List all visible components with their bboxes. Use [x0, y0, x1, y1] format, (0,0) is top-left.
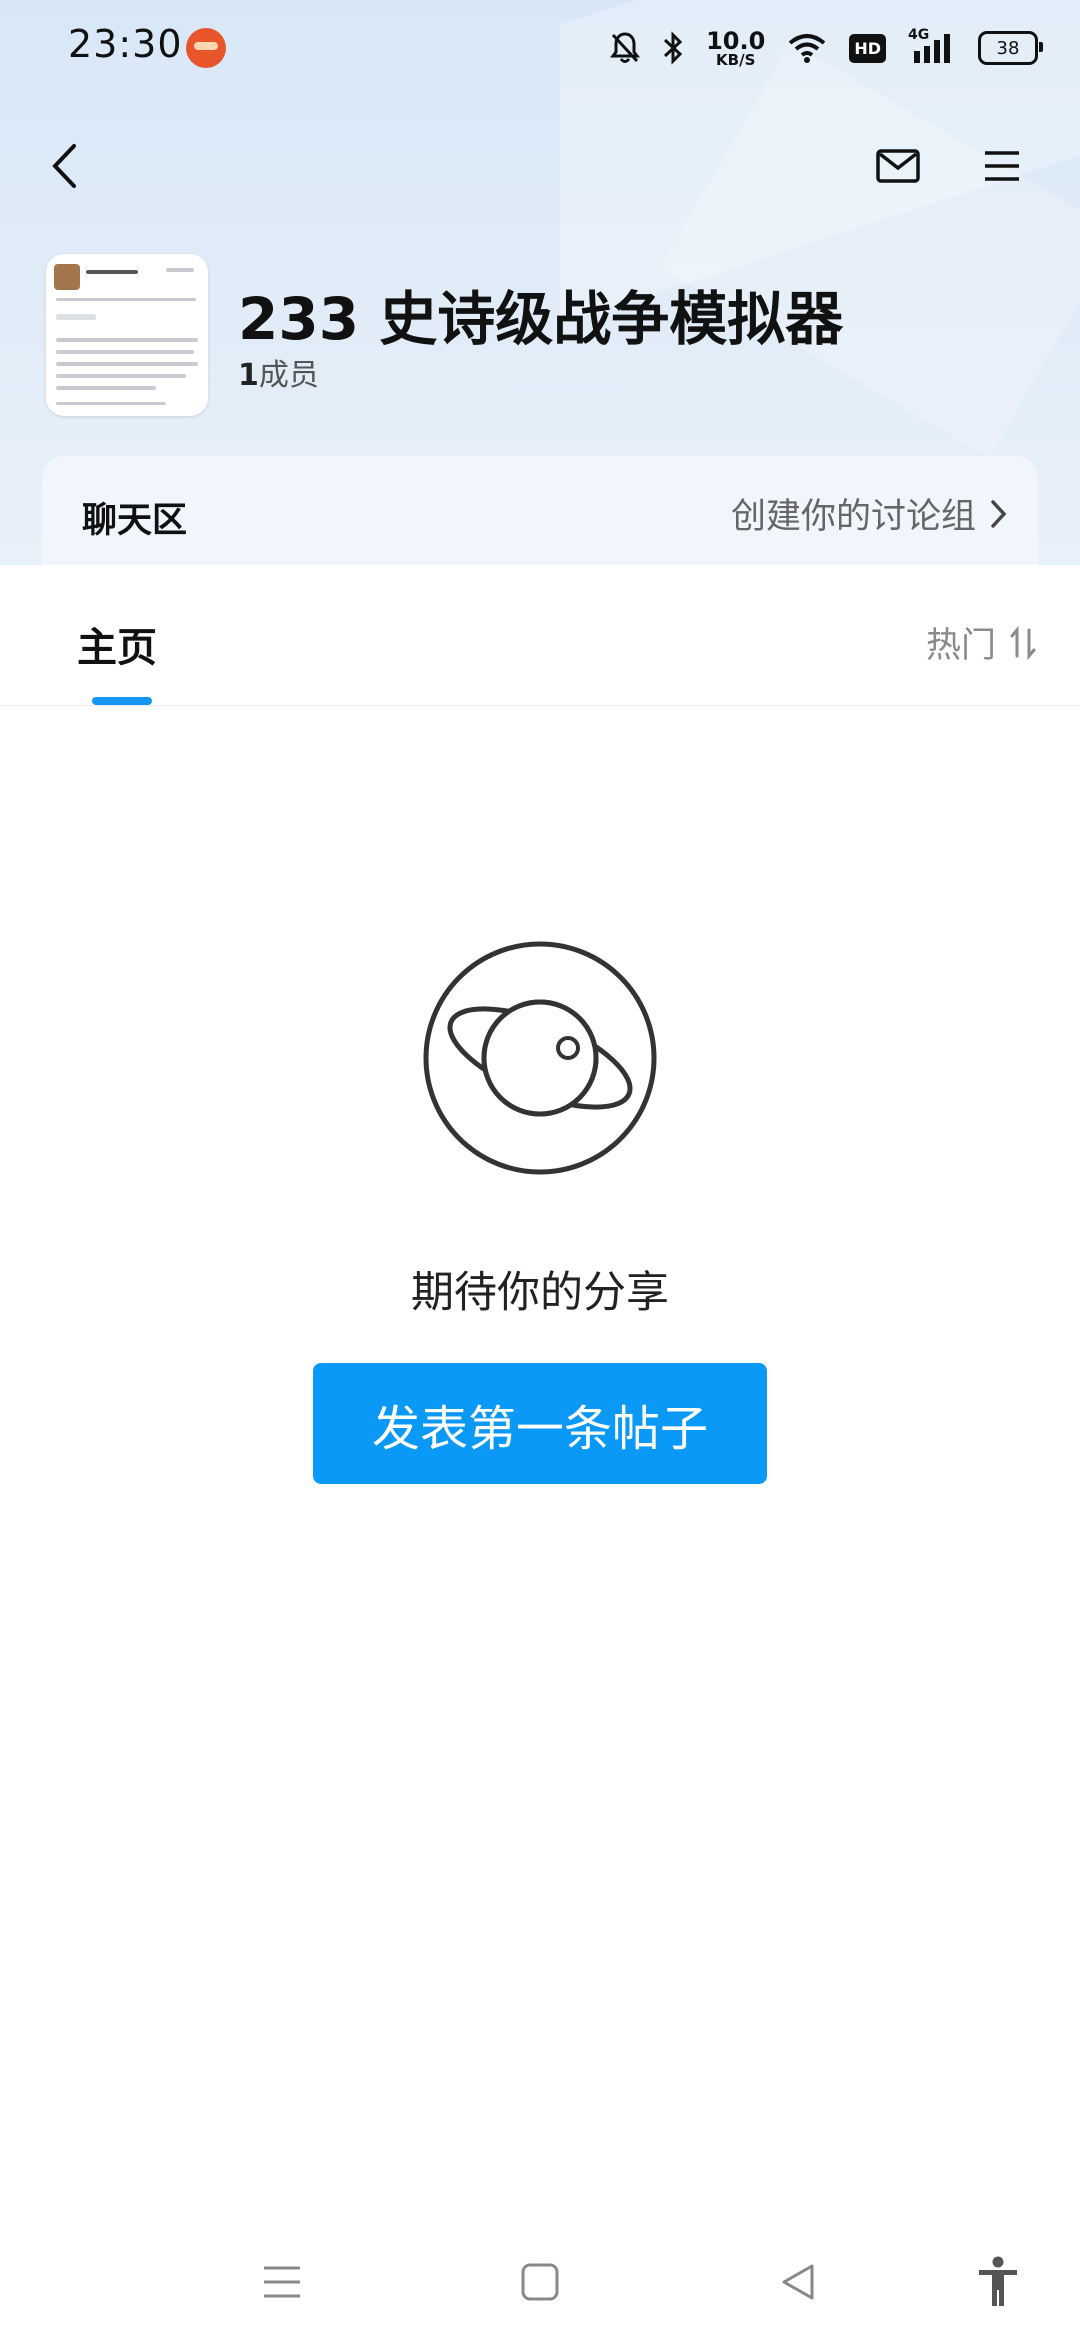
square-home-icon — [521, 2263, 559, 2301]
sort-arrows-icon — [1010, 625, 1036, 660]
empty-state-message: 期待你的分享 — [411, 1268, 669, 1318]
battery-indicator: 38 — [978, 31, 1043, 65]
more-menu-button[interactable] — [972, 136, 1032, 196]
menu-lines-icon — [264, 2266, 300, 2298]
tab-bar: 主页 热门 — [0, 565, 1080, 706]
wifi-icon — [789, 34, 826, 63]
bluetooth-icon — [664, 31, 683, 65]
home-button[interactable] — [510, 2252, 570, 2312]
member-count-number: 1 — [238, 358, 259, 393]
cellular-signal-icon: 4G — [908, 27, 956, 65]
back-nav-button[interactable] — [768, 2252, 828, 2312]
sort-label: 热门 — [925, 626, 996, 666]
publish-first-post-button[interactable]: 发表第一条帖子 — [313, 1363, 767, 1484]
tab-home[interactable]: 主页 — [77, 615, 157, 673]
mute-bell-icon — [610, 32, 641, 63]
chat-area-title: 聊天区 — [82, 501, 188, 541]
create-discussion-label: 创建你的讨论组 — [730, 497, 976, 537]
sort-button[interactable]: 热门 — [926, 617, 1036, 668]
network-speed: 10.0 KB/S — [706, 26, 766, 69]
mail-icon — [876, 149, 920, 183]
message-button[interactable] — [868, 136, 928, 196]
tab-indicator — [92, 697, 152, 705]
chat-area-card[interactable]: 聊天区 创建你的讨论组 — [42, 456, 1038, 566]
back-button[interactable] — [34, 136, 94, 196]
group-title: 233 史诗级战争模拟器 — [238, 285, 844, 353]
triangle-back-icon — [782, 2264, 814, 2300]
group-cover-image[interactable] — [46, 254, 208, 416]
system-navigation-bar — [0, 2220, 1080, 2340]
status-bar: 23:30 10.0 KB/S HD 4G 38 — [0, 0, 1080, 96]
app-notification-icon — [186, 28, 226, 68]
planet-icon — [423, 941, 657, 1175]
hd-badge: HD — [849, 33, 886, 63]
menu-icon — [985, 151, 1019, 181]
create-discussion-group-link[interactable]: 创建你的讨论组 — [731, 488, 1008, 539]
chevron-right-icon — [991, 499, 1007, 528]
status-time: 23:30 — [68, 22, 183, 66]
chevron-left-icon — [52, 144, 76, 188]
accessibility-button[interactable] — [968, 2252, 1028, 2312]
accessibility-person-icon — [979, 2256, 1017, 2306]
recent-apps-button[interactable] — [252, 2252, 312, 2312]
member-count-label: 成员 — [258, 358, 319, 393]
member-count[interactable]: 1成员 — [238, 350, 319, 394]
status-icons: 10.0 KB/S HD 4G 38 — [610, 24, 1043, 72]
